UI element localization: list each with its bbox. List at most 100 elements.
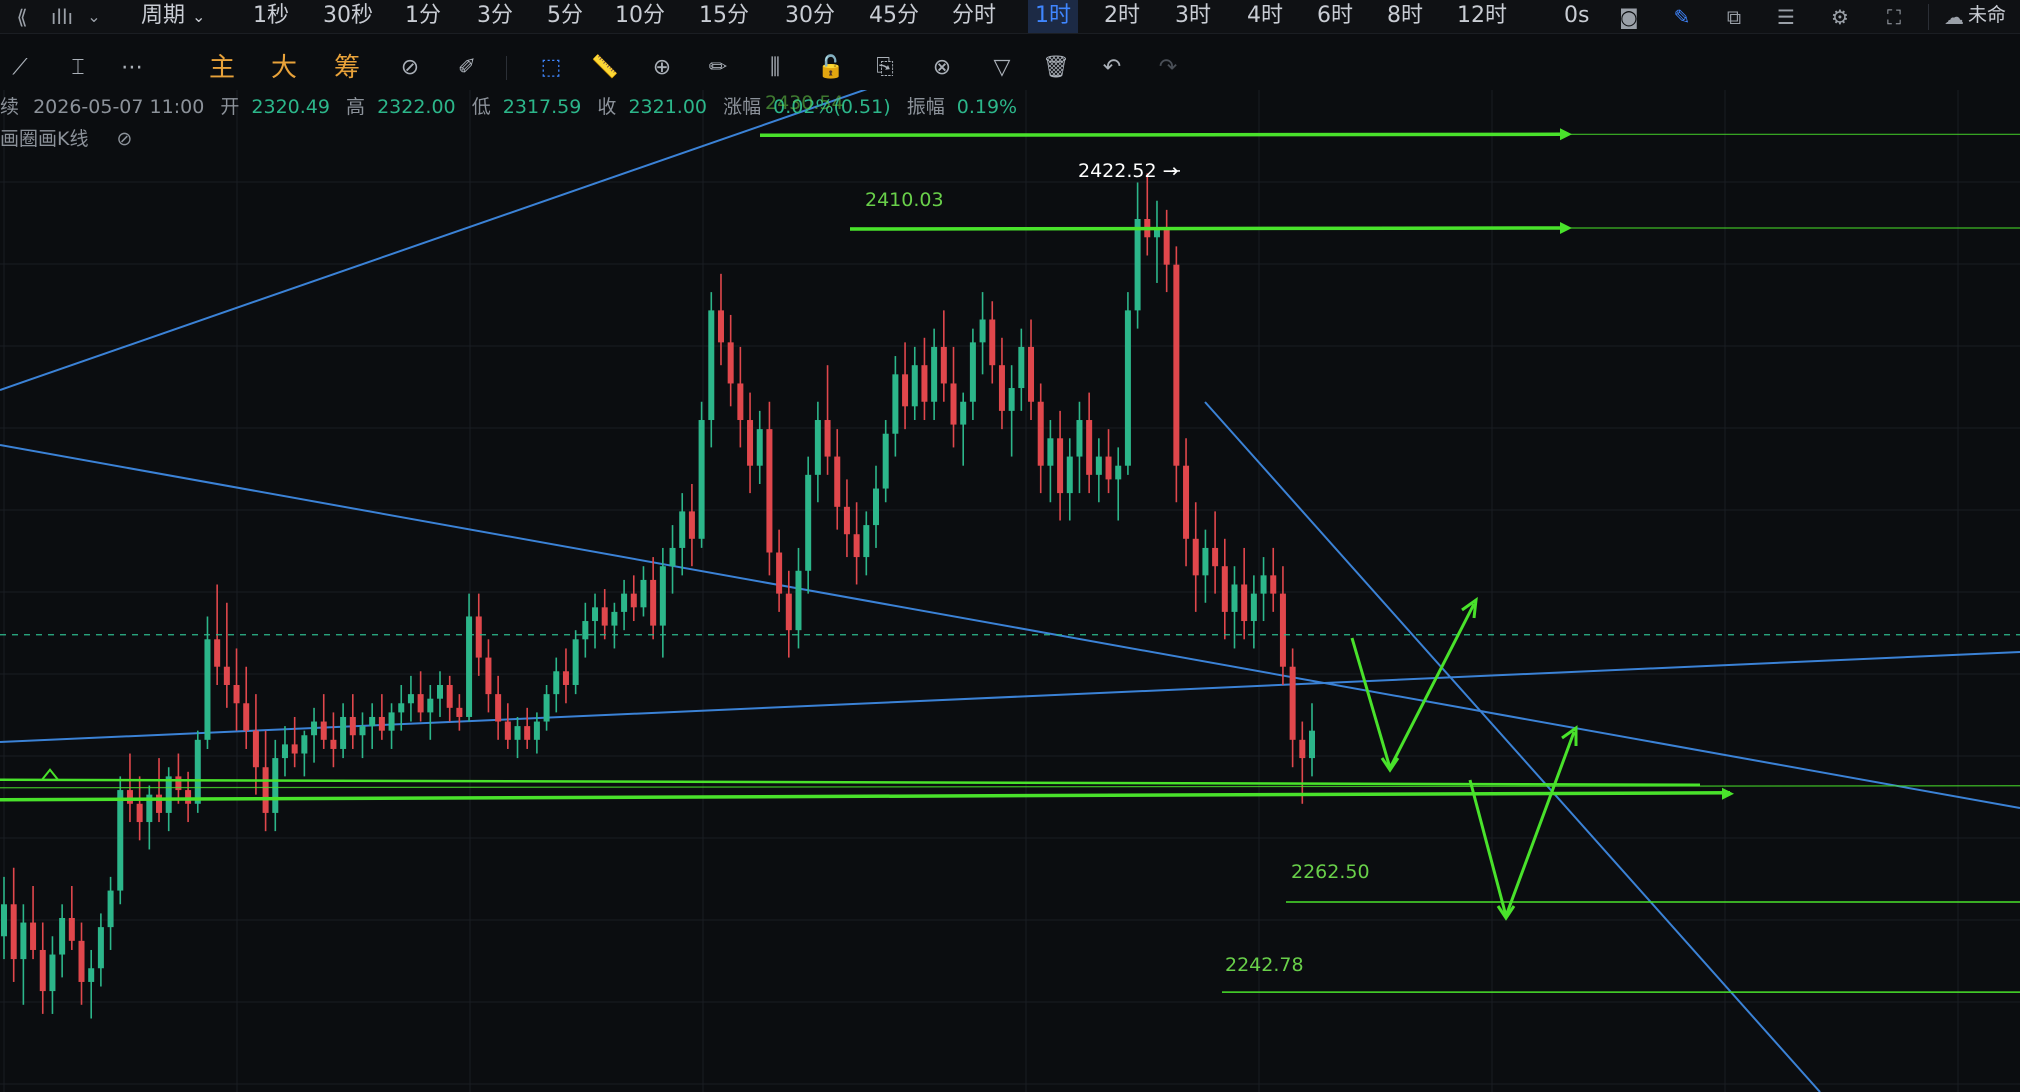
period-tab-10[interactable]: 1时	[1028, 0, 1078, 33]
candle-body	[940, 346, 947, 384]
candle-body	[601, 607, 608, 626]
candle-body	[1047, 438, 1054, 466]
auto-draw-icon[interactable]: ⊘	[394, 52, 426, 84]
ohlc-prefix: 续	[0, 96, 20, 118]
window-icon[interactable]: ⧉	[1720, 3, 1748, 31]
candle-body	[805, 474, 812, 571]
magnet-icon[interactable]: ⊗	[926, 52, 958, 84]
list-icon[interactable]: ☰	[1772, 3, 1800, 31]
period-tab-7[interactable]: 30分	[778, 0, 842, 33]
period-tab-3[interactable]: 3分	[470, 0, 520, 33]
level-arrowhead	[1560, 128, 1572, 141]
candle-body	[688, 511, 695, 539]
candle-body	[1037, 401, 1044, 466]
edit-icon[interactable]: ⎘	[869, 52, 901, 84]
undo-icon[interactable]: ↶	[1096, 52, 1128, 84]
pen-icon[interactable]: ✎	[1668, 3, 1696, 31]
candle-body	[708, 310, 715, 421]
overlay-toggle[interactable]: 画圈画K线 ⊘	[0, 124, 132, 151]
period-tab-16[interactable]: 12时	[1450, 0, 1514, 33]
drawing-pen-icon[interactable]: ✐	[451, 52, 483, 84]
candle-body	[621, 593, 628, 612]
candle-body	[156, 794, 163, 813]
candlestick-chart[interactable]	[0, 90, 2020, 1092]
candle-body	[1095, 456, 1102, 475]
period-tab-8[interactable]: 45分	[862, 0, 926, 33]
candle-body	[989, 319, 996, 366]
candle-body	[39, 949, 46, 992]
countdown: 0s	[1564, 3, 1590, 28]
candle-body	[291, 744, 298, 754]
period-tab-9[interactable]: 分时	[945, 0, 1003, 33]
candle-body	[1076, 420, 1083, 457]
collapse-left-icon[interactable]: ⟪	[8, 3, 36, 31]
period-tab-15[interactable]: 8时	[1380, 0, 1430, 33]
main-indicator-button[interactable]: 主	[206, 52, 238, 84]
candle-body	[233, 684, 240, 704]
chevron-down-icon[interactable]: ⌄	[80, 3, 108, 31]
big-indicator-button[interactable]: 大	[268, 52, 300, 84]
period-tab-11[interactable]: 2时	[1097, 0, 1147, 33]
candle-body	[572, 639, 579, 685]
candle-body	[543, 694, 550, 722]
settings-icon[interactable]: ⚙	[1826, 3, 1854, 31]
candle-body	[243, 703, 250, 731]
candle-body	[960, 401, 967, 425]
support-band-bold	[0, 778, 1701, 787]
candle-body	[340, 716, 347, 749]
candle-body	[1124, 310, 1131, 466]
account-label[interactable]: 未命	[1968, 0, 2006, 33]
candles-icon[interactable]: ⫼	[759, 52, 791, 84]
filter-icon[interactable]: ▽	[986, 52, 1018, 84]
candle-body	[417, 694, 424, 713]
period-tab-13[interactable]: 4时	[1240, 0, 1290, 33]
trendline	[0, 651, 2020, 743]
candle-body	[78, 940, 85, 982]
candle-body	[301, 735, 308, 754]
candle-body	[1260, 575, 1267, 594]
drawing-toolbar: ⟋ ⌶ ⋯ 主 大 筹 ⊘ ✐ ⬚ 📏 ⊕ ✏ ⫼ 🔓 ⎘ ⊗ ▽ 🗑 ↶ ↷	[0, 46, 1200, 90]
candle-body	[553, 671, 560, 695]
fullscreen-icon[interactable]: ⛶	[1880, 3, 1908, 31]
period-tab-1[interactable]: 30秒	[316, 0, 380, 33]
candle-body	[1183, 465, 1190, 539]
period-tab-5[interactable]: 10分	[608, 0, 672, 33]
chevron-down-icon: ⌄	[192, 7, 206, 26]
line-tool-icon[interactable]: ⟋	[4, 52, 36, 84]
candle-body	[1105, 456, 1112, 480]
period-tab-0[interactable]: 1秒	[246, 0, 296, 33]
redo-icon[interactable]: ↷	[1152, 52, 1184, 84]
candle-body	[272, 758, 279, 813]
hidden-eye-icon[interactable]: ⊘	[117, 128, 133, 150]
level-line-bold	[849, 226, 1561, 231]
zoom-in-icon[interactable]: ⊕	[646, 52, 678, 84]
overlay-label: 画圈画K线	[0, 128, 89, 150]
level-label-support1: 2262.50	[1291, 861, 1370, 883]
chart-type-icon[interactable]: ıllı	[48, 3, 76, 31]
select-tool-icon[interactable]: ⬚	[535, 52, 567, 84]
ruler-icon[interactable]: 📏	[589, 52, 621, 84]
period-menu-button[interactable]: 周期 ⌄	[134, 0, 212, 33]
candle-body	[1115, 465, 1122, 480]
period-tab-12[interactable]: 3时	[1168, 0, 1218, 33]
candle-body	[931, 346, 938, 402]
lock-icon[interactable]: 🔓	[815, 52, 847, 84]
candle-body	[194, 739, 201, 804]
candle-body	[1289, 666, 1296, 740]
trash-icon[interactable]: 🗑	[1040, 52, 1072, 84]
chip-indicator-button[interactable]: 筹	[331, 52, 363, 84]
candle-body	[717, 310, 724, 343]
camera-icon[interactable]: ◙	[1615, 3, 1643, 31]
candle-body	[388, 712, 395, 731]
candle-body	[311, 721, 318, 736]
candle-body	[456, 707, 463, 717]
candle-body	[204, 639, 211, 740]
period-tab-4[interactable]: 5分	[540, 0, 590, 33]
more-icon[interactable]: ⋯	[116, 52, 148, 84]
period-tab-6[interactable]: 15分	[692, 0, 756, 33]
period-tab-2[interactable]: 1分	[398, 0, 448, 33]
close-label: 收	[597, 96, 617, 118]
text-tool-icon[interactable]: ⌶	[62, 52, 94, 84]
eraser-icon[interactable]: ✏	[702, 52, 734, 84]
period-tab-14[interactable]: 6时	[1310, 0, 1360, 33]
